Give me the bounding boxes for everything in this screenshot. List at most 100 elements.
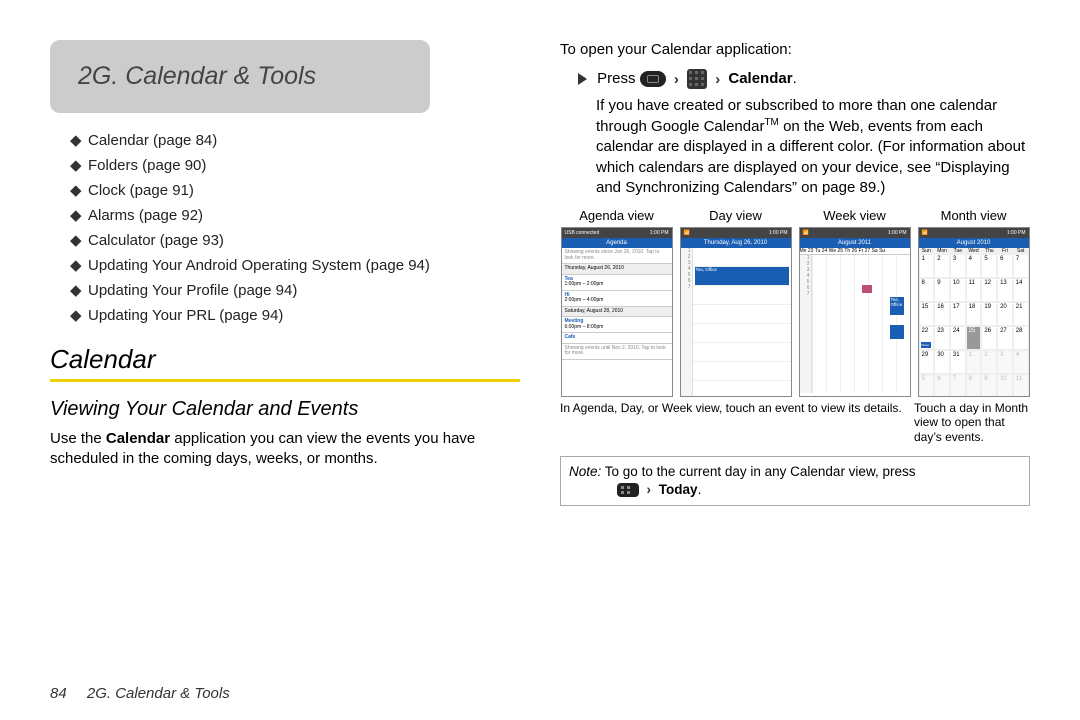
day-screenshot: 📶1:00 PM Thursday, Aug 26, 2010 1234567 …	[680, 227, 792, 397]
note-text: To go to the current day in any Calendar…	[601, 464, 915, 479]
calendar-app-label: Calendar	[728, 70, 792, 87]
chapter-title: 2G. Calendar & Tools	[78, 62, 402, 91]
month-cell: 7	[950, 374, 966, 397]
toc-label: Clock (page 91)	[88, 182, 194, 199]
event-time: 2:00pm – 4:00pm	[565, 298, 669, 304]
step-arrow-icon	[578, 73, 587, 85]
month-cell: 5	[919, 374, 935, 397]
table-of-contents: ◆Calendar (page 84) ◆Folders (page 90) ◆…	[70, 131, 520, 324]
body-text: Calendar	[106, 430, 170, 447]
note-label: Note:	[569, 464, 601, 479]
body-text: Use the	[50, 430, 106, 447]
month-cell: 17	[950, 302, 966, 326]
month-screenshot: 📶1:00 PM August 2010 SunMonTueWedThuFriS…	[918, 227, 1030, 397]
month-cell: 8	[919, 278, 935, 302]
body-paragraph: Use the Calendar application you can vie…	[50, 429, 520, 470]
page-number: 84	[50, 685, 67, 702]
event-time: 6:00pm – 8:00pm	[565, 325, 669, 331]
month-cell: 18	[966, 302, 982, 326]
toc-label: Calculator (page 93)	[88, 232, 224, 249]
views-caption: Touch a day in Month view to open that d…	[914, 401, 1030, 444]
hour-gutter: 1234567	[800, 255, 812, 393]
month-cell: 19	[981, 302, 997, 326]
month-cell: 1	[966, 350, 982, 374]
week-grid: Tea, Office	[812, 255, 910, 393]
toc-item: ◆Clock (page 91)	[70, 181, 520, 199]
agenda-row: Hi2:00pm – 4:00pm	[562, 291, 672, 307]
month-cell: 28	[1013, 326, 1029, 350]
month-cell: 30	[934, 350, 950, 374]
month-cell: 29	[919, 350, 935, 374]
footer-title: 2G. Calendar & Tools	[87, 685, 230, 702]
agenda-row: Showing events since Jun 26, 2010. Tap t…	[562, 248, 672, 264]
sub-title: Viewing Your Calendar and Events	[50, 398, 520, 421]
trademark: TM	[764, 117, 778, 128]
agenda-view-col: Agenda view USB connected1:00 PM Agenda …	[560, 208, 673, 397]
month-cell: 26	[981, 326, 997, 350]
event-title: Cafe	[565, 335, 669, 341]
bullet-icon: ◆	[70, 256, 84, 274]
month-cell: 27	[997, 326, 1013, 350]
month-cell: 3	[997, 350, 1013, 374]
toc-label: Updating Your Profile (page 94)	[88, 282, 297, 299]
month-cell: 4	[966, 254, 982, 278]
month-cell: 9	[981, 374, 997, 397]
toc-item: ◆Updating Your Android Operating System …	[70, 256, 520, 274]
day-grid: Tea, Office	[693, 248, 791, 396]
month-cell: 6	[934, 374, 950, 397]
press-label: Press	[597, 70, 635, 87]
month-cell: 9	[934, 278, 950, 302]
toc-item: ◆Calculator (page 93)	[70, 231, 520, 249]
period: .	[698, 482, 702, 497]
month-cell: 2	[934, 254, 950, 278]
toc-label: Updating Your Android Operating System (…	[88, 257, 430, 274]
bullet-icon: ◆	[70, 231, 84, 249]
status-text: USB connected	[565, 230, 600, 236]
month-view-col: Month view 📶1:00 PM August 2010 SunMonTu…	[917, 208, 1030, 397]
bullet-icon: ◆	[70, 206, 84, 224]
month-grid: 12345678910111213141516171819202122Meeti…	[919, 254, 1029, 397]
agenda-screenshot: USB connected1:00 PM Agenda Showing even…	[561, 227, 673, 397]
agenda-titlebar: Agenda	[562, 238, 672, 248]
month-cell: 1	[919, 254, 935, 278]
month-cell: 3	[950, 254, 966, 278]
month-cell: 25	[966, 326, 982, 350]
open-paragraph: If you have created or subscribed to mor…	[596, 96, 1030, 198]
hour-gutter: 1234567	[681, 248, 693, 396]
month-cell: 31	[950, 350, 966, 374]
toc-label: Alarms (page 92)	[88, 207, 203, 224]
apps-grid-icon	[687, 69, 707, 89]
month-cell: 2	[981, 350, 997, 374]
month-cell: 6	[997, 254, 1013, 278]
view-label: Agenda view	[579, 208, 653, 223]
month-cell: 5	[981, 254, 997, 278]
event-block: Tea, Office	[890, 297, 904, 315]
views-row: Agenda view USB connected1:00 PM Agenda …	[560, 208, 1030, 397]
today-label: Today	[659, 482, 698, 497]
instruction-step: Press › › Calendar.	[578, 68, 1030, 90]
event-block: Tea, Office	[695, 267, 789, 285]
bullet-icon: ◆	[70, 156, 84, 174]
agenda-day-header: Thursday, August 26, 2010	[562, 264, 672, 275]
toc-item: ◆Folders (page 90)	[70, 156, 520, 174]
page-footer: 84 2G. Calendar & Tools	[50, 685, 230, 702]
month-cell: 15	[919, 302, 935, 326]
month-cell: 16	[934, 302, 950, 326]
views-caption: In Agenda, Day, or Week view, touch an e…	[560, 401, 908, 444]
home-key-icon	[640, 71, 666, 87]
toc-label: Folders (page 90)	[88, 157, 206, 174]
toc-label: Calendar (page 84)	[88, 132, 217, 149]
month-titlebar: August 2010	[919, 238, 1029, 248]
month-cell: 13	[997, 278, 1013, 302]
month-cell: 10	[997, 374, 1013, 397]
menu-key-icon	[617, 483, 639, 497]
month-cell: 14	[1013, 278, 1029, 302]
bullet-icon: ◆	[70, 306, 84, 324]
chevron-icon: ›	[715, 69, 720, 90]
agenda-row: Tea1:00pm – 2:00pm	[562, 275, 672, 291]
bullet-icon: ◆	[70, 181, 84, 199]
month-cell: 4	[1013, 350, 1029, 374]
event-block	[890, 325, 904, 339]
month-cell: 10	[950, 278, 966, 302]
bullet-icon: ◆	[70, 281, 84, 299]
